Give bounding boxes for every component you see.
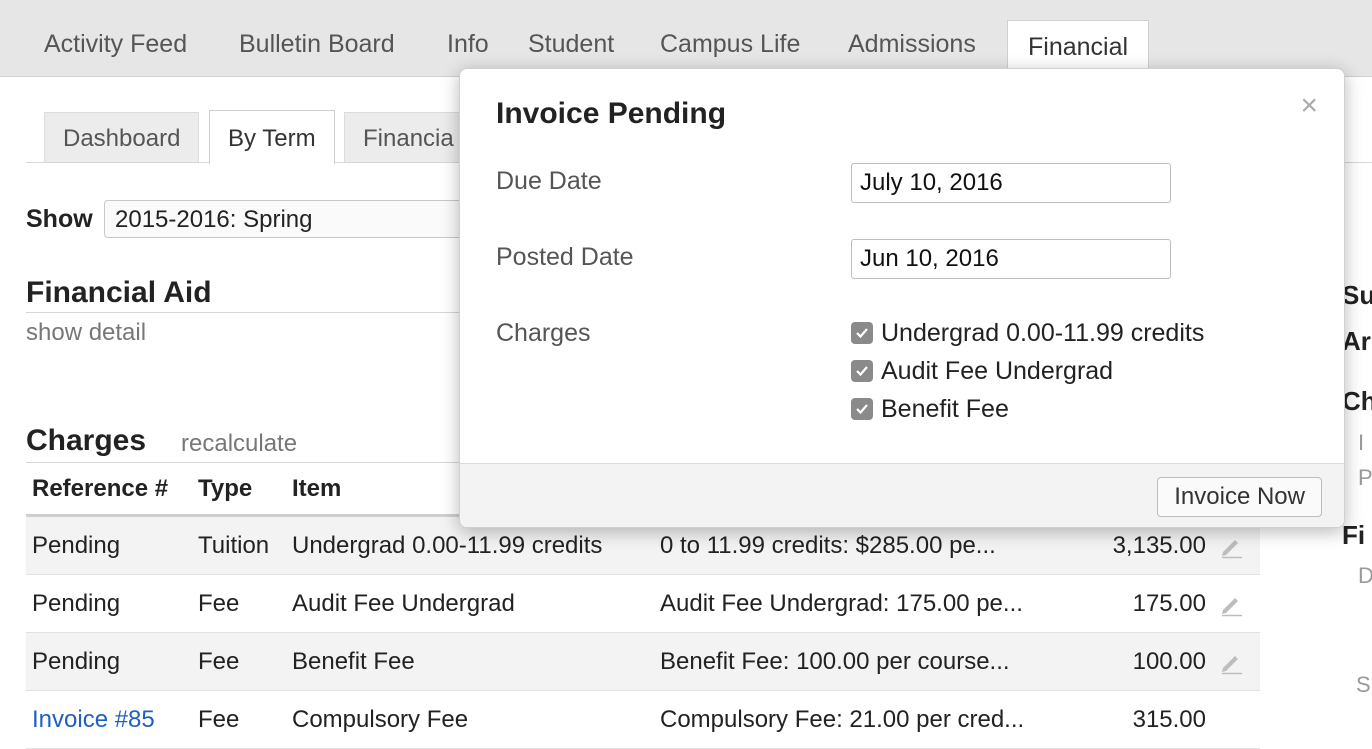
table-row: Pending Fee Benefit Fee Benefit Fee: 100… — [26, 632, 1260, 691]
top-navigation: Activity Feed Bulletin Board Info Studen… — [0, 0, 1372, 78]
right-panel-charges: Ch — [1342, 386, 1372, 416]
row-reference: Pending — [26, 632, 192, 691]
right-panel-line: S — [1356, 672, 1371, 697]
invoice-now-button[interactable]: Invoice Now — [1157, 477, 1322, 517]
charge-checkbox-undergrad[interactable]: Undergrad 0.00-11.99 credits — [851, 319, 1204, 349]
show-detail-link[interactable]: show detail — [26, 319, 146, 347]
row-type: Tuition — [192, 515, 286, 575]
row-amount: 175.00 — [1094, 574, 1212, 633]
row-type: Fee — [192, 632, 286, 691]
tab-student[interactable]: Student — [528, 30, 614, 59]
row-reference: Pending — [26, 574, 192, 633]
col-reference: Reference # — [26, 464, 192, 517]
row-reference: Pending — [26, 515, 192, 575]
pencil-icon[interactable] — [1218, 533, 1244, 559]
row-description: Audit Fee Undergrad: 175.00 pe... — [654, 574, 1094, 633]
tab-campus-life[interactable]: Campus Life — [660, 30, 800, 59]
financial-aid-divider — [26, 312, 466, 313]
row-description: Compulsory Fee: 21.00 per cred... — [654, 690, 1094, 749]
modal-footer: Invoice Now — [460, 463, 1344, 527]
col-type: Type — [192, 464, 286, 517]
tab-admissions[interactable]: Admissions — [848, 30, 976, 59]
invoice-pending-modal: Invoice Pending × Due Date Posted Date C… — [459, 68, 1345, 528]
right-panel-line: D — [1358, 563, 1372, 588]
show-label: Show — [26, 205, 93, 233]
charges-label: Charges — [496, 319, 591, 347]
subtab-financial[interactable]: Financia — [344, 112, 473, 162]
term-select[interactable]: 2015-2016: Spring — [104, 200, 504, 238]
right-panel-line: P — [1358, 465, 1372, 490]
checkbox-checked-icon[interactable] — [851, 398, 873, 420]
row-type: Fee — [192, 574, 286, 633]
checkbox-checked-icon[interactable] — [851, 360, 873, 382]
subtab-dashboard[interactable]: Dashboard — [44, 112, 200, 162]
charge-label: Undergrad 0.00-11.99 credits — [881, 319, 1205, 347]
recalculate-link[interactable]: recalculate — [181, 430, 297, 458]
row-edit-cell — [1212, 690, 1260, 749]
posted-date-input[interactable] — [851, 239, 1171, 279]
row-description: Benefit Fee: 100.00 per course... — [654, 632, 1094, 691]
financial-aid-title: Financial Aid — [26, 276, 212, 309]
row-type: Fee — [192, 690, 286, 749]
row-amount: 100.00 — [1094, 632, 1212, 691]
row-reference: Invoice #85 — [26, 690, 192, 749]
right-panel-heading: Su — [1342, 280, 1372, 310]
right-panel-financial: Fi — [1342, 520, 1366, 550]
tab-activity-feed[interactable]: Activity Feed — [44, 30, 187, 59]
row-amount: 315.00 — [1094, 690, 1212, 749]
right-panel-line: I — [1358, 430, 1365, 455]
row-edit-cell — [1212, 574, 1260, 633]
table-row: Pending Fee Audit Fee Undergrad Audit Fe… — [26, 574, 1260, 633]
pencil-icon[interactable] — [1218, 649, 1244, 675]
invoice-link[interactable]: Invoice #85 — [32, 706, 155, 733]
charge-checkbox-audit-fee[interactable]: Audit Fee Undergrad — [851, 357, 1113, 387]
close-icon[interactable]: × — [1300, 89, 1318, 123]
charge-label: Benefit Fee — [881, 395, 1009, 423]
charges-title: Charges — [26, 424, 147, 457]
pencil-icon[interactable] — [1218, 591, 1244, 617]
checkbox-checked-icon[interactable] — [851, 322, 873, 344]
tab-bulletin-board[interactable]: Bulletin Board — [239, 30, 395, 59]
tab-info[interactable]: Info — [447, 30, 489, 59]
charge-label: Audit Fee Undergrad — [881, 357, 1114, 385]
row-item: Benefit Fee — [286, 632, 654, 691]
posted-date-label: Posted Date — [496, 243, 634, 271]
subtab-by-term[interactable]: By Term — [209, 110, 335, 164]
row-item: Audit Fee Undergrad — [286, 574, 654, 633]
table-row: Invoice #85 Fee Compulsory Fee Compulsor… — [26, 690, 1260, 749]
due-date-label: Due Date — [496, 167, 602, 195]
charge-checkbox-benefit-fee[interactable]: Benefit Fee — [851, 395, 1009, 425]
right-panel-subheading: Ar — [1342, 326, 1371, 356]
modal-title: Invoice Pending — [496, 97, 727, 130]
due-date-input[interactable] — [851, 163, 1171, 203]
row-edit-cell — [1212, 632, 1260, 691]
row-item: Compulsory Fee — [286, 690, 654, 749]
